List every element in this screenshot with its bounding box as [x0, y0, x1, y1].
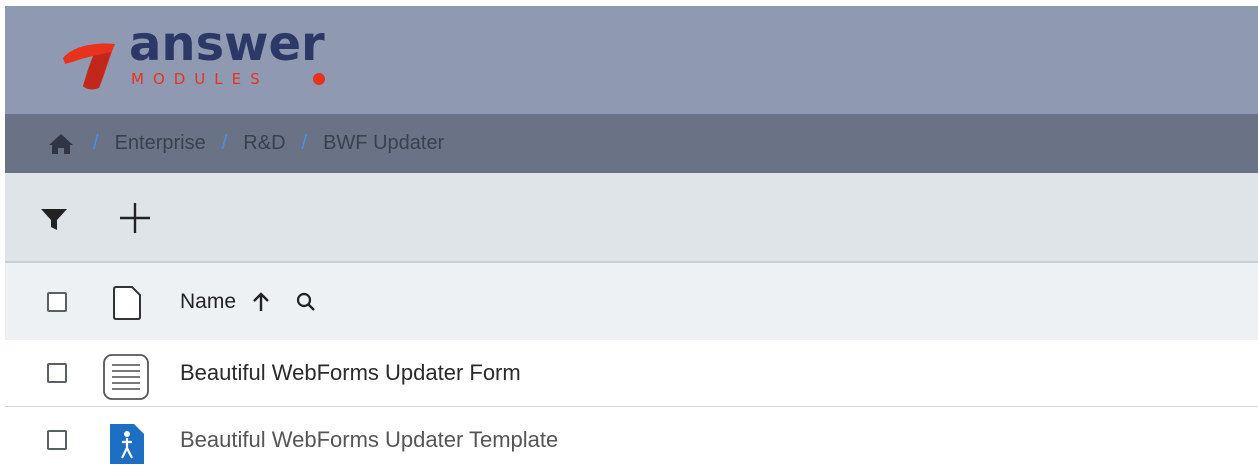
row-checkbox[interactable]	[47, 430, 67, 450]
sort-ascending-icon[interactable]	[252, 292, 270, 312]
breadcrumb-separator: /	[221, 132, 228, 154]
breadcrumb-trail: / Enterprise / R&D / BWF Updater	[93, 114, 460, 173]
logo-wordmark: answer	[129, 18, 325, 72]
filter-icon[interactable]	[40, 208, 68, 232]
list-item[interactable]: Beautiful WebForms Updater Template	[5, 407, 1258, 473]
answer-modules-logo: answer MODULES	[63, 18, 325, 90]
name-column-header[interactable]: Name	[180, 289, 316, 315]
name-column-label[interactable]: Name	[180, 290, 236, 314]
row-checkbox[interactable]	[47, 363, 67, 383]
document-icon	[113, 286, 141, 320]
breadcrumb-separator: /	[301, 132, 308, 154]
logo-submark: MODULES	[131, 70, 269, 88]
breadcrumb-separator: /	[93, 132, 99, 154]
breadcrumb-item-enterprise[interactable]: Enterprise	[115, 132, 206, 155]
search-icon[interactable]	[296, 292, 316, 312]
breadcrumb: / Enterprise / R&D / BWF Updater	[5, 114, 1258, 173]
list-header: Name	[5, 263, 1258, 340]
form-document-icon	[103, 354, 149, 400]
template-document-icon	[110, 424, 144, 464]
row-name-link[interactable]: Beautiful WebForms Updater Form	[180, 340, 521, 406]
breadcrumb-item-rnd[interactable]: R&D	[243, 132, 285, 155]
breadcrumb-item-bwf-updater[interactable]: BWF Updater	[323, 132, 444, 155]
list-item[interactable]: Beautiful WebForms Updater Form	[5, 340, 1258, 407]
home-icon[interactable]	[48, 133, 74, 155]
plus-icon[interactable]	[118, 201, 152, 235]
toolbar	[5, 173, 1258, 263]
select-all-checkbox[interactable]	[47, 292, 67, 312]
app-frame: answer MODULES / Enterprise / R&D / BWF …	[5, 6, 1258, 473]
app-header: answer MODULES	[5, 6, 1258, 114]
row-name-link[interactable]: Beautiful WebForms Updater Template	[180, 407, 558, 473]
